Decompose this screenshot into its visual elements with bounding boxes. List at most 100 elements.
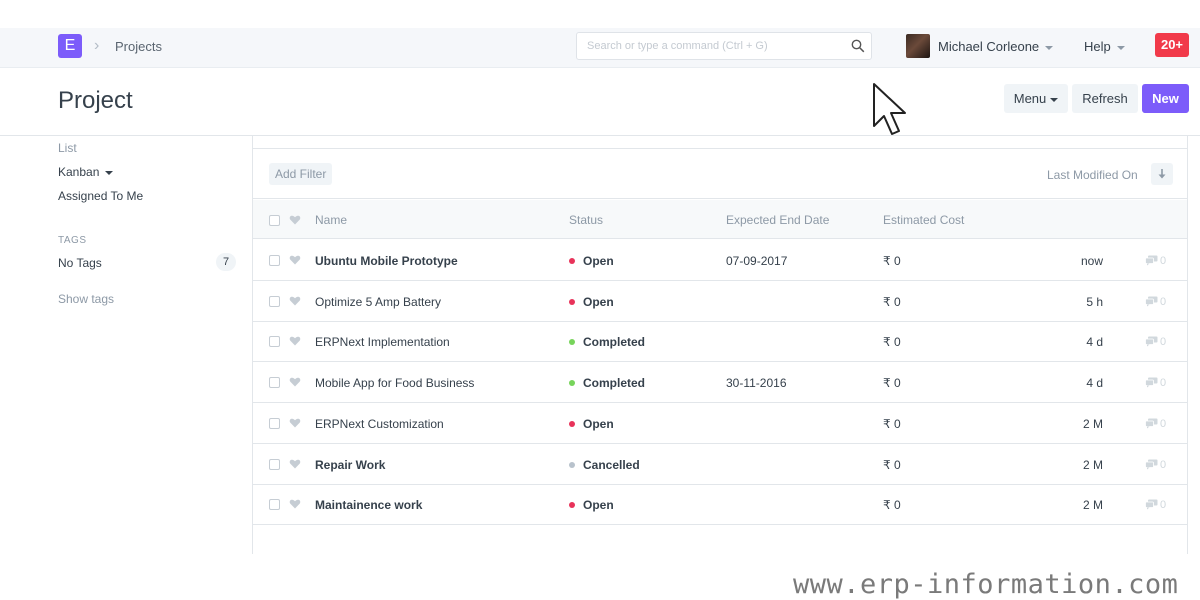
row-status[interactable]: Open bbox=[569, 416, 614, 432]
row-name-link[interactable]: Maintainence work bbox=[315, 497, 422, 513]
row-comment-count[interactable]: 0 bbox=[1145, 457, 1166, 473]
table-row[interactable]: Optimize 5 Amp Battery Open ₹ 0 5 h 0 bbox=[253, 281, 1187, 322]
add-filter-button[interactable]: Add Filter bbox=[269, 163, 333, 185]
row-comment-count[interactable]: 0 bbox=[1145, 416, 1166, 432]
notifications-badge[interactable]: 20+ bbox=[1155, 33, 1189, 57]
watermark-text: www.erp-information.com bbox=[793, 569, 1179, 600]
comment-icon bbox=[1145, 459, 1158, 469]
row-status-label: Open bbox=[583, 294, 614, 309]
search-icon[interactable] bbox=[851, 39, 865, 53]
status-indicator-dot bbox=[569, 502, 575, 509]
row-name-link[interactable]: ERPNext Customization bbox=[315, 416, 444, 432]
sidebar-item-kanban[interactable]: Kanban bbox=[58, 164, 114, 180]
new-button[interactable]: New bbox=[1142, 84, 1189, 113]
table-row[interactable]: ERPNext Customization Open ₹ 0 2 M 0 bbox=[253, 403, 1187, 444]
column-header-status[interactable]: Status bbox=[569, 212, 603, 228]
table-row[interactable]: Maintainence work Open ₹ 0 2 M 0 bbox=[253, 484, 1187, 526]
row-estimated-cost: ₹ 0 bbox=[883, 335, 901, 350]
row-checkbox[interactable] bbox=[269, 417, 280, 429]
row-name-link[interactable]: Optimize 5 Amp Battery bbox=[315, 294, 441, 310]
sort-order-button[interactable] bbox=[1151, 163, 1173, 185]
row-estimated-cost: ₹ 0 bbox=[883, 294, 901, 309]
search-input[interactable] bbox=[577, 33, 837, 59]
comment-count: 0 bbox=[1160, 255, 1167, 267]
row-comment-count[interactable]: 0 bbox=[1145, 334, 1166, 350]
row-status[interactable]: Open bbox=[569, 253, 614, 269]
row-status[interactable]: Open bbox=[569, 294, 614, 310]
sidebar-item-assigned-to-me[interactable]: Assigned To Me bbox=[58, 188, 143, 204]
row-comment-count[interactable]: 0 bbox=[1145, 375, 1166, 391]
status-indicator-dot bbox=[569, 420, 575, 427]
row-status-label: Open bbox=[583, 498, 614, 513]
row-name-link[interactable]: Mobile App for Food Business bbox=[315, 375, 474, 391]
row-name-link[interactable]: Ubuntu Mobile Prototype bbox=[315, 253, 458, 269]
heart-icon[interactable] bbox=[289, 295, 301, 307]
chevron-down-icon bbox=[105, 170, 114, 175]
page-header: Project Menu Refresh New bbox=[0, 68, 1200, 136]
row-estimated-cost: ₹ 0 bbox=[883, 416, 901, 431]
refresh-button[interactable]: Refresh bbox=[1072, 84, 1138, 113]
table-row[interactable]: ERPNext Implementation Completed ₹ 0 4 d 0 bbox=[253, 321, 1187, 363]
row-checkbox[interactable] bbox=[269, 377, 280, 389]
heart-icon[interactable] bbox=[289, 376, 301, 388]
row-comment-count[interactable]: 0 bbox=[1145, 253, 1166, 269]
row-comment-count[interactable]: 0 bbox=[1145, 497, 1166, 513]
table-row[interactable]: Mobile App for Food Business Completed 30-… bbox=[253, 362, 1187, 404]
row-expected-end-date: 30-11-2016 bbox=[726, 376, 787, 391]
comment-count: 0 bbox=[1160, 336, 1167, 349]
user-name: Michael Corleone bbox=[938, 39, 1040, 54]
show-tags-link[interactable]: Show tags bbox=[58, 291, 114, 307]
heart-icon[interactable] bbox=[289, 417, 301, 429]
row-status[interactable]: Open bbox=[569, 497, 614, 513]
no-tags-count-badge: 7 bbox=[216, 253, 236, 271]
search-box[interactable] bbox=[576, 32, 872, 60]
menu-button[interactable]: Menu bbox=[1004, 84, 1068, 113]
row-modified-time: 4 d bbox=[1086, 335, 1103, 350]
heart-icon[interactable] bbox=[289, 214, 301, 226]
table-row[interactable]: Repair Work Cancelled ₹ 0 2 M 0 bbox=[253, 444, 1187, 485]
chevron-down-icon bbox=[1116, 45, 1125, 50]
row-checkbox[interactable] bbox=[269, 458, 280, 470]
heart-icon[interactable] bbox=[289, 335, 301, 347]
column-header-expected-end-date[interactable]: Expected End Date bbox=[726, 212, 829, 228]
column-header-name[interactable]: Name bbox=[315, 212, 347, 228]
user-menu[interactable]: Michael Corleone bbox=[938, 39, 1054, 55]
row-comment-count[interactable]: 0 bbox=[1145, 294, 1166, 310]
row-estimated-cost: ₹ 0 bbox=[883, 376, 901, 391]
heart-icon[interactable] bbox=[289, 254, 301, 266]
row-expected-end-date: 07-09-2017 bbox=[726, 254, 788, 268]
row-name-link[interactable]: Repair Work bbox=[315, 457, 385, 473]
row-estimated-cost: ₹ 0 bbox=[883, 254, 901, 268]
status-indicator-dot bbox=[569, 461, 575, 468]
comment-icon bbox=[1145, 255, 1158, 266]
app-logo[interactable]: E bbox=[58, 34, 82, 58]
row-status-label: Completed bbox=[583, 335, 646, 350]
breadcrumb-projects[interactable]: Projects bbox=[115, 39, 162, 55]
row-name-link[interactable]: ERPNext Implementation bbox=[315, 334, 450, 350]
heart-icon[interactable] bbox=[289, 498, 301, 510]
row-checkbox[interactable] bbox=[269, 295, 280, 307]
column-header-estimated-cost[interactable]: Estimated Cost bbox=[883, 212, 964, 228]
row-checkbox[interactable] bbox=[269, 336, 280, 348]
mouse-cursor-icon bbox=[873, 83, 906, 135]
table-row[interactable]: Ubuntu Mobile Prototype Open 07-09-2017 ₹ 0… bbox=[253, 240, 1187, 281]
filter-bar: Add Filter Last Modified On bbox=[253, 149, 1187, 199]
row-status[interactable]: Completed bbox=[569, 375, 645, 391]
chevron-down-icon bbox=[1050, 97, 1059, 102]
comment-icon bbox=[1145, 336, 1158, 347]
heart-icon[interactable] bbox=[289, 458, 301, 470]
row-checkbox[interactable] bbox=[269, 499, 280, 511]
user-avatar[interactable] bbox=[906, 34, 930, 58]
row-status[interactable]: Cancelled bbox=[569, 457, 640, 473]
row-status[interactable]: Completed bbox=[569, 334, 645, 350]
row-checkbox[interactable] bbox=[269, 255, 280, 266]
row-estimated-cost: ₹ 0 bbox=[883, 457, 901, 472]
select-all-checkbox[interactable] bbox=[269, 215, 280, 226]
sidebar-item-no-tags[interactable]: No Tags bbox=[58, 255, 102, 271]
sort-selector[interactable]: Last Modified On bbox=[1047, 167, 1138, 183]
row-status-label: Open bbox=[583, 416, 614, 431]
sidebar-item-list[interactable]: List bbox=[58, 140, 77, 156]
row-status-label: Cancelled bbox=[583, 457, 640, 472]
chevron-down-icon bbox=[1045, 45, 1054, 50]
help-menu[interactable]: Help bbox=[1084, 39, 1125, 55]
